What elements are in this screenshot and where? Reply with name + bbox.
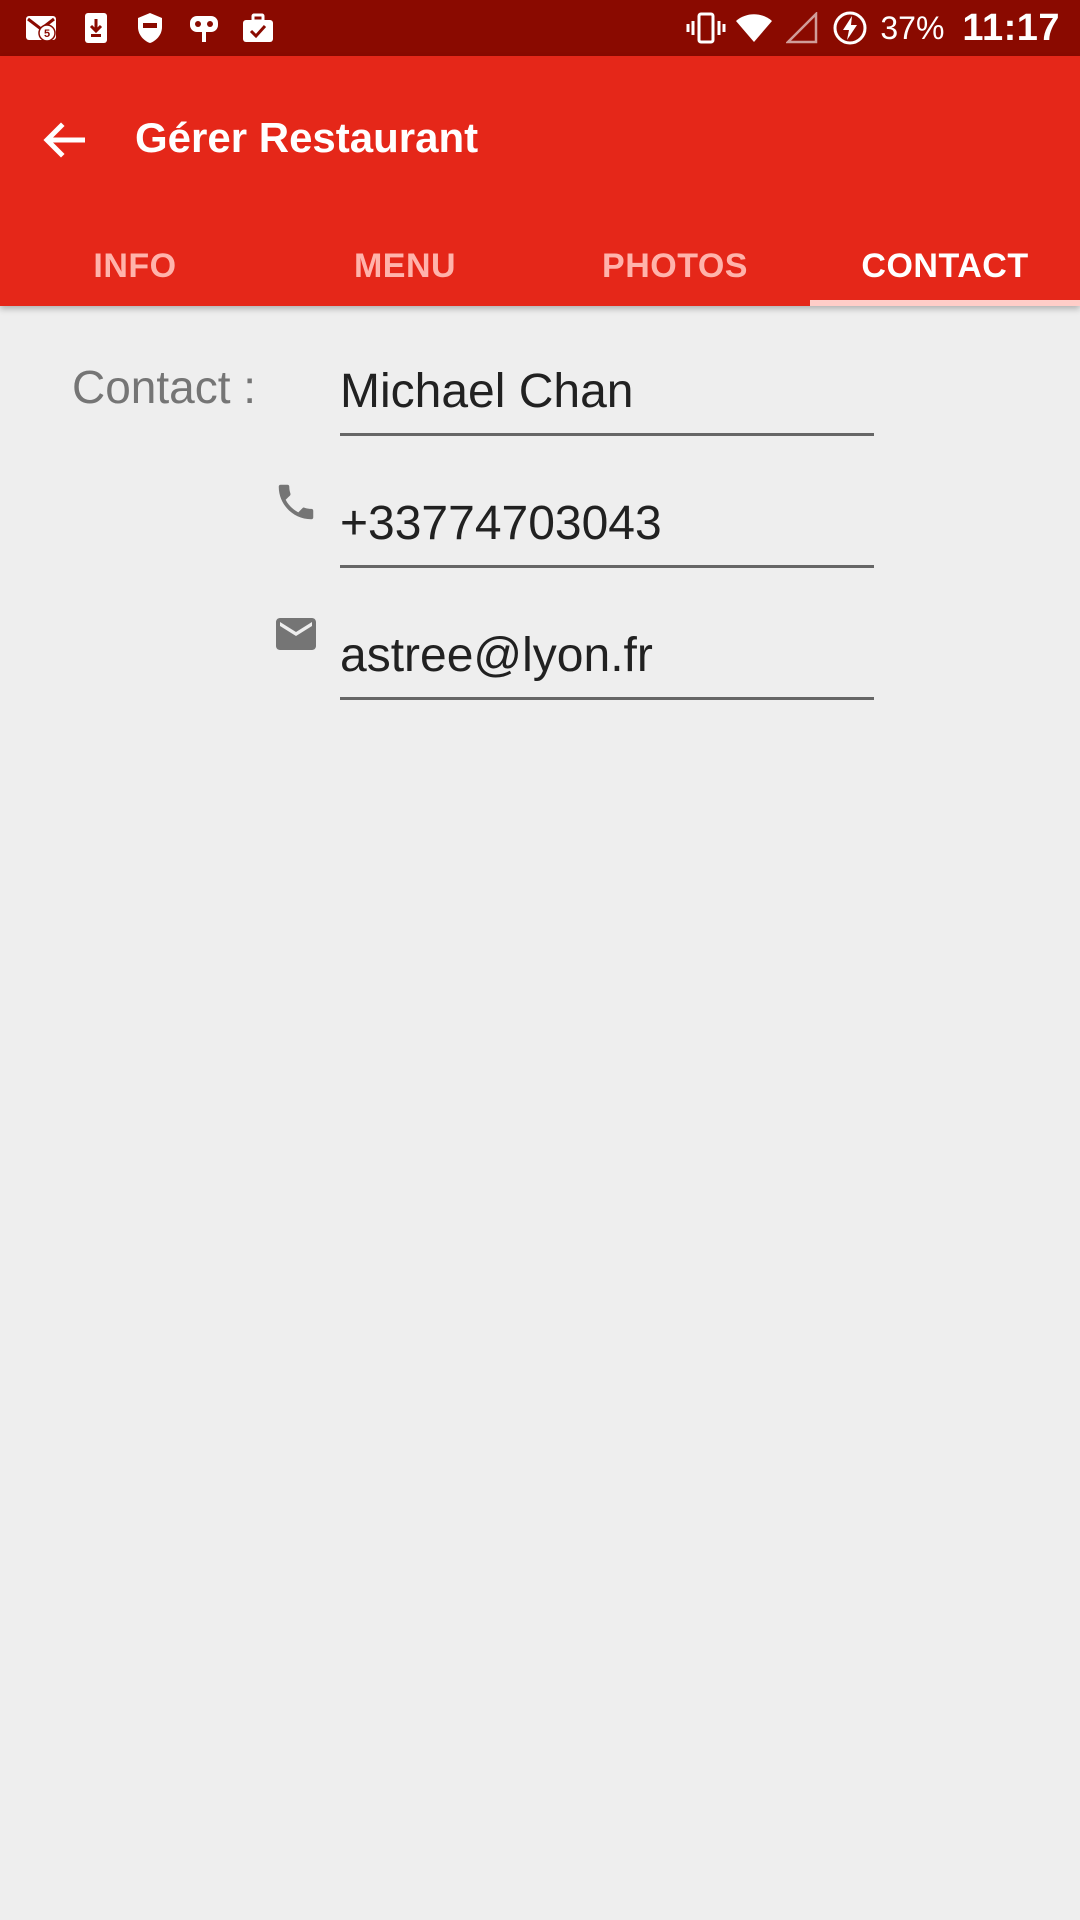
phone-icon	[268, 474, 324, 530]
clock: 11:17	[962, 6, 1060, 49]
contact-email-field[interactable]	[340, 628, 874, 700]
tab-info[interactable]: INFO	[0, 226, 270, 306]
mail-icon	[268, 606, 324, 662]
gmail-icon: 5	[22, 8, 62, 48]
signal-icon	[782, 8, 822, 48]
arrow-back-icon	[43, 122, 85, 158]
contact-phone-field[interactable]	[340, 496, 874, 568]
battery-percent: 37%	[880, 9, 945, 46]
tab-menu[interactable]: MENU	[270, 226, 540, 306]
system-status: 37% 11:17	[678, 0, 1060, 56]
shield-icon	[130, 8, 170, 48]
wifi-icon	[734, 8, 774, 48]
tab-photos[interactable]: PHOTOS	[540, 226, 810, 306]
vibrate-icon	[686, 8, 726, 48]
tab-bar: INFO MENU PHOTOS CONTACT	[0, 226, 1080, 306]
page-title: Gérer Restaurant	[135, 114, 479, 161]
contact-label: Contact :	[72, 361, 257, 413]
back-button[interactable]	[30, 106, 98, 174]
gmail-badge: 5	[44, 28, 50, 40]
contact-name-field[interactable]	[340, 364, 874, 436]
app-bar: Gérer Restaurant INFO MENU PHOTOS CONTAC…	[0, 56, 1080, 306]
download-icon	[76, 8, 116, 48]
notification-icons: 5	[22, 8, 292, 48]
status-bar: 5 37% 11:17	[0, 0, 1080, 56]
battery-charging-icon	[830, 8, 870, 48]
tab-contact[interactable]: CONTACT	[810, 226, 1080, 306]
cyanogen-icon	[184, 8, 224, 48]
briefcase-check-icon	[238, 8, 278, 48]
